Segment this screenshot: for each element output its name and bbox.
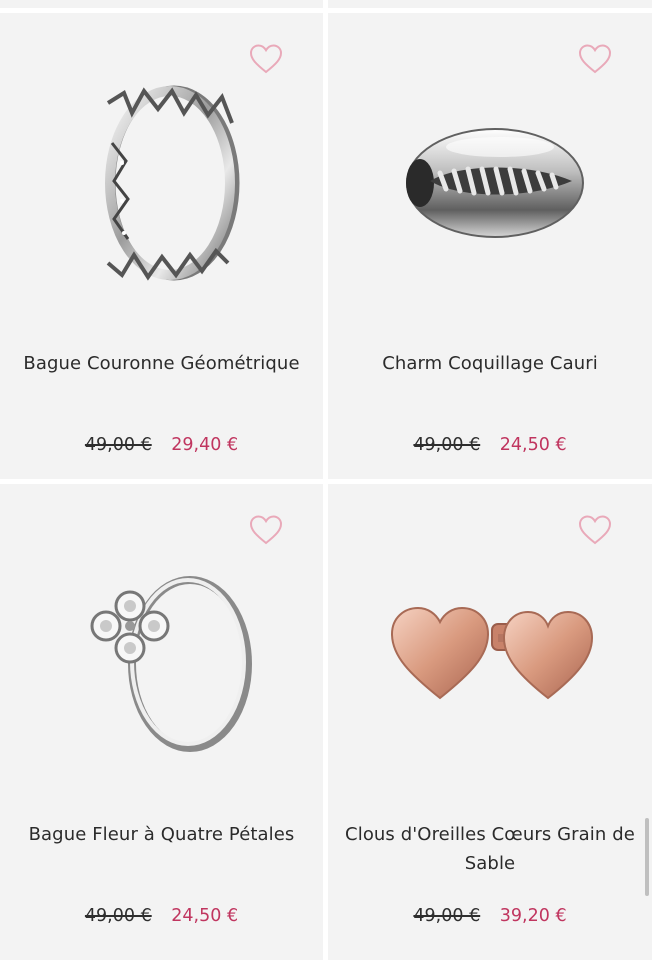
product-image[interactable] xyxy=(328,534,652,774)
heart-earrings-icon xyxy=(390,606,594,700)
original-price: 49,00 € xyxy=(84,906,152,926)
product-grid: Bague Couronne Géométrique 49,00 € 29,40… xyxy=(0,0,652,960)
original-price: 49,00 € xyxy=(413,435,481,455)
flower-ring-icon xyxy=(90,576,252,752)
product-card[interactable]: Bague Fleur à Quatre Pétales 49,00 € 24,… xyxy=(0,484,323,950)
sale-price: 24,50 € xyxy=(499,435,567,455)
sale-price: 29,40 € xyxy=(171,435,239,455)
next-card-edge xyxy=(328,950,652,960)
price-row: 49,00 € 29,40 € xyxy=(0,431,323,459)
previous-card-edge xyxy=(0,0,323,8)
product-name[interactable]: Charm Coquillage Cauri xyxy=(336,349,644,378)
product-card[interactable]: Clous d'Oreilles Cœurs Grain de Sable 49… xyxy=(328,484,652,950)
previous-card-edge xyxy=(328,0,652,8)
product-image[interactable] xyxy=(0,534,323,774)
product-image[interactable] xyxy=(0,63,323,303)
product-name[interactable]: Bague Couronne Géométrique xyxy=(8,349,315,378)
price-row: 49,00 € 24,50 € xyxy=(0,902,323,930)
sale-price: 24,50 € xyxy=(171,906,239,926)
price-row: 49,00 € 39,20 € xyxy=(328,902,652,930)
cowrie-shell-charm-icon xyxy=(406,128,584,238)
original-price: 49,00 € xyxy=(84,435,152,455)
original-price: 49,00 € xyxy=(413,906,481,926)
next-card-edge xyxy=(0,950,323,960)
product-card[interactable]: Charm Coquillage Cauri 49,00 € 24,50 € xyxy=(328,13,652,479)
price-row: 49,00 € 24,50 € xyxy=(328,431,652,459)
product-name[interactable]: Clous d'Oreilles Cœurs Grain de Sable xyxy=(336,820,644,878)
crown-ring-icon xyxy=(104,85,239,281)
sale-price: 39,20 € xyxy=(499,906,567,926)
scrollbar[interactable] xyxy=(645,818,649,896)
product-card[interactable]: Bague Couronne Géométrique 49,00 € 29,40… xyxy=(0,13,323,479)
product-name[interactable]: Bague Fleur à Quatre Pétales xyxy=(8,820,315,849)
product-image[interactable] xyxy=(328,63,652,303)
